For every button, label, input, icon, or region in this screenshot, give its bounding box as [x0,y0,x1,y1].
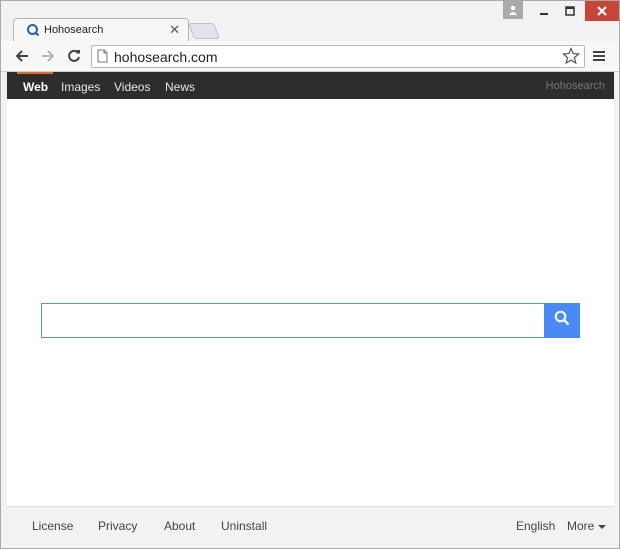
site-nav-bar: Web Images Videos News Hohosearch [7,72,614,99]
language-selector[interactable]: English [516,519,555,533]
footer-link-about[interactable]: About [164,519,195,533]
address-bar[interactable]: hohosearch.com [91,45,585,68]
hamburger-menu-icon[interactable] [592,49,606,63]
search-button[interactable] [544,303,580,338]
page-content [7,99,614,506]
footer-link-uninstall[interactable]: Uninstall [221,519,267,533]
chevron-down-icon [598,524,607,529]
tab-title: Hohosearch [44,24,104,36]
minimize-icon[interactable] [531,1,557,21]
hohosearch-favicon-icon [26,23,40,42]
user-icon[interactable] [503,1,523,19]
more-label: More [567,519,595,533]
url-text[interactable]: hohosearch.com [114,49,218,65]
nav-link-web[interactable]: Web [23,80,48,94]
nav-link-images[interactable]: Images [61,80,100,94]
search-icon [554,310,570,331]
browser-window: Hohosearch ✕ hohosearch.com Web Images V… [0,0,620,549]
nav-link-videos[interactable]: Videos [114,80,150,94]
browser-tab[interactable]: Hohosearch ✕ [13,18,189,42]
close-icon[interactable] [585,1,619,21]
footer-link-privacy[interactable]: Privacy [98,519,137,533]
new-tab-button[interactable] [188,23,220,39]
tab-close-icon[interactable]: ✕ [169,22,180,38]
page-footer: License Privacy About Uninstall English … [7,506,614,544]
title-bar: Hohosearch ✕ [1,1,619,42]
footer-link-license[interactable]: License [32,519,73,533]
back-arrow-icon[interactable] [13,47,31,65]
nav-link-news[interactable]: News [165,80,195,94]
reload-icon[interactable] [65,47,83,65]
more-menu-button[interactable]: More [567,519,607,533]
search-input[interactable] [41,303,545,338]
active-tab-indicator [17,72,53,74]
browser-toolbar: hohosearch.com [1,41,619,72]
brand-label: Hohosearch [545,80,605,92]
forward-arrow-icon[interactable] [39,47,57,65]
maximize-icon[interactable] [557,1,583,21]
bookmark-star-icon[interactable] [561,46,581,70]
page-icon [97,49,108,68]
